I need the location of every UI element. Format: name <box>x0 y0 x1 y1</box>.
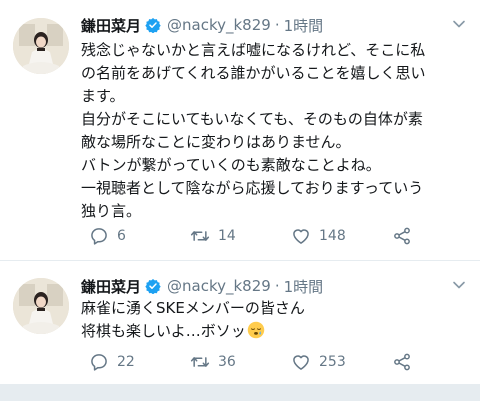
avatar[interactable] <box>13 278 69 334</box>
timeline-gap <box>0 384 480 401</box>
share-button[interactable] <box>392 224 412 248</box>
reply-icon <box>91 354 107 371</box>
tweet-header: 鎌田菜月 @nacky_k829 · 1時間 <box>81 275 323 297</box>
retweet-count: 36 <box>218 354 236 370</box>
verified-badge-icon <box>145 18 161 33</box>
tweet-line: バトンが繋がっていくのも素敵なことよね。 <box>81 156 381 174</box>
chevron-down-icon[interactable] <box>452 17 466 31</box>
share-icon <box>394 227 410 245</box>
reply-count: 6 <box>117 228 126 244</box>
reply-count: 22 <box>117 354 135 370</box>
tweet-line: 将棋も楽しいよ…ボソッ <box>81 320 471 343</box>
timestamp[interactable]: 1時間 <box>284 276 324 297</box>
reply-button[interactable]: 6 <box>89 224 126 248</box>
tweet-line: の名前をあげてくれる誰かがいることを嬉しく思い <box>81 64 426 82</box>
tweet-line: 麻雀に湧くSKEメンバーの皆さん <box>81 299 305 317</box>
author-handle[interactable]: @nacky_k829 <box>167 16 271 34</box>
separator-dot: · <box>274 277 280 295</box>
tweet-text: 麻雀に湧くSKEメンバーの皆さん 将棋も楽しいよ…ボソッ <box>81 297 471 343</box>
retweet-button[interactable]: 36 <box>190 350 236 374</box>
sleepy-face-emoji-icon <box>247 321 264 339</box>
share-icon <box>394 353 410 371</box>
author-name[interactable]: 鎌田菜月 <box>81 15 141 36</box>
avatar-image <box>13 18 69 74</box>
tweet-actions: 22 36 253 <box>81 350 471 374</box>
reply-button[interactable]: 22 <box>89 350 135 374</box>
avatar[interactable] <box>13 18 69 74</box>
like-count: 253 <box>319 354 346 370</box>
tweet-card[interactable]: 鎌田菜月 @nacky_k829 · 1時間 残念じゃないかと言えば嘘になるけれ… <box>0 0 480 260</box>
heart-icon <box>293 229 309 244</box>
retweet-count: 14 <box>218 228 236 244</box>
tweet-actions: 6 14 148 <box>81 224 471 248</box>
like-button[interactable]: 148 <box>291 224 346 248</box>
tweet-card[interactable]: 鎌田菜月 @nacky_k829 · 1時間 麻雀に湧くSKEメンバーの皆さん … <box>0 261 480 384</box>
tweet-line-text: 将棋も楽しいよ…ボソッ <box>81 322 246 340</box>
like-count: 148 <box>319 228 346 244</box>
retweet-button[interactable]: 14 <box>190 224 236 248</box>
tweet-line: 残念じゃないかと言えば嘘になるけれど、そこに私 <box>81 41 426 59</box>
tweet-line: 自分がそこにいてもいなくても、そのもの自体が素 <box>81 110 423 128</box>
verified-badge-icon <box>145 279 161 294</box>
tweet-line: 独り言。 <box>81 202 142 220</box>
avatar-image <box>13 278 69 334</box>
chevron-down-icon[interactable] <box>452 278 466 292</box>
tweet-text: 残念じゃないかと言えば嘘になるけれど、そこに私 の名前をあげてくれる誰かがいるこ… <box>81 39 471 223</box>
timestamp[interactable]: 1時間 <box>284 15 324 36</box>
separator-dot: · <box>274 16 280 34</box>
tweet-line: 敵な場所なことに変わりはありません。 <box>81 133 351 151</box>
tweet-line: ます。 <box>81 87 125 105</box>
tweet-line: 一視聴者として陰ながら応援しておりますっていう <box>81 179 424 197</box>
reply-icon <box>91 228 107 245</box>
like-button[interactable]: 253 <box>291 350 346 374</box>
tweet-header: 鎌田菜月 @nacky_k829 · 1時間 <box>81 14 323 36</box>
share-button[interactable] <box>392 350 412 374</box>
author-name[interactable]: 鎌田菜月 <box>81 276 141 297</box>
retweet-icon <box>190 357 210 367</box>
heart-icon <box>293 355 309 370</box>
author-handle[interactable]: @nacky_k829 <box>167 277 271 295</box>
retweet-icon <box>190 231 210 241</box>
